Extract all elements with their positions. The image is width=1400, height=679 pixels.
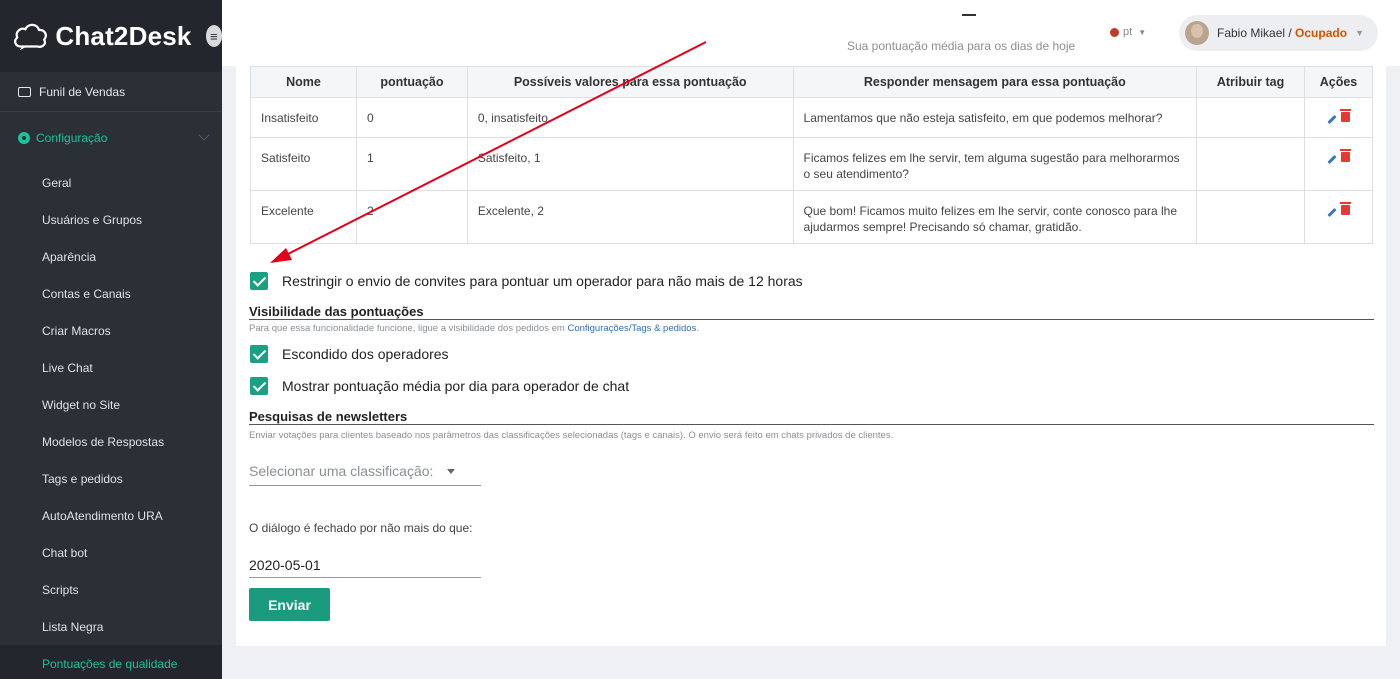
sidebar-item-funnel[interactable]: Funil de Vendas — [0, 72, 222, 112]
column-header-values: Possíveis valores para essa pontuação — [466, 66, 794, 98]
cell-actions — [1303, 190, 1374, 244]
chevron-down-icon: ▼ — [1138, 27, 1147, 37]
restrict-invites-label: Restringir o envio de convites para pont… — [282, 273, 803, 289]
sidebar-section-label: Configuração — [36, 131, 108, 145]
dialog-closed-label: O diálogo é fechado por não mais do que: — [249, 521, 473, 535]
cell-tag — [1196, 137, 1305, 191]
chat-cloud-logo-icon — [14, 23, 47, 51]
cell-reply: Lamentamos que não esteja satisfeito, em… — [792, 97, 1198, 138]
sidebar-section-configuration[interactable]: Configuração — [0, 112, 222, 164]
sidebar-item-reply-templates[interactable]: Modelos de Respostas — [0, 423, 222, 460]
cell-name: Insatisfeito — [250, 97, 357, 138]
cell-reply: Ficamos felizes em lhe servir, tem algum… — [792, 137, 1198, 191]
avatar — [1185, 21, 1209, 45]
cell-name: Satisfeito — [250, 137, 357, 191]
cell-tag — [1196, 190, 1305, 244]
table-row: Excelente 2 Excelente, 2 Que bom! Ficamo… — [250, 190, 1374, 244]
column-header-tag: Atribuir tag — [1196, 66, 1305, 98]
hidden-from-operators-checkbox[interactable] — [250, 345, 268, 363]
edit-pencil-icon[interactable] — [1327, 207, 1337, 217]
sidebar-item-quality-scores[interactable]: Pontuações de qualidade — [0, 645, 222, 679]
sidebar: Chat2Desk ≡ Funil de Vendas Configuração… — [0, 0, 222, 679]
restrict-invites-option[interactable]: Restringir o envio de convites para pont… — [250, 272, 803, 290]
sidebar-item-chat-bot[interactable]: Chat bot — [0, 534, 222, 571]
sidebar-item-accounts-channels[interactable]: Contas e Canais — [0, 275, 222, 312]
sidebar-item-geral[interactable]: Geral — [0, 164, 222, 201]
top-header: Sua pontuação média para os dias de hoje… — [222, 0, 1400, 66]
cell-score: 2 — [355, 190, 468, 244]
language-selector[interactable]: pt ▼ — [1110, 26, 1146, 38]
sidebar-item-blacklist[interactable]: Lista Negra — [0, 608, 222, 645]
cell-values: Excelente, 2 — [466, 190, 794, 244]
cell-reply: Que bom! Ficamos muito felizes em lhe se… — [792, 190, 1198, 244]
user-separator: / — [1285, 26, 1296, 40]
user-menu[interactable]: Fabio Mikael / Ocupado ▼ — [1179, 15, 1378, 51]
quality-scores-table: Nome pontuação Possíveis valores para es… — [250, 66, 1374, 244]
user-name: Fabio Mikael — [1217, 26, 1286, 40]
chevron-down-icon — [198, 129, 210, 141]
sidebar-item-live-chat[interactable]: Live Chat — [0, 349, 222, 386]
classification-select-placeholder: Selecionar uma classificação: — [249, 463, 434, 479]
delete-trash-icon[interactable] — [1339, 109, 1351, 122]
sidebar-item-site-widget[interactable]: Widget no Site — [0, 386, 222, 423]
restrict-invites-checkbox[interactable] — [250, 272, 268, 290]
delete-trash-icon[interactable] — [1339, 202, 1351, 215]
column-header-reply: Responder mensagem para essa pontuação — [792, 66, 1198, 98]
hidden-from-operators-option[interactable]: Escondido dos operadores — [250, 345, 449, 363]
sidebar-item-tags-orders[interactable]: Tags e pedidos — [0, 460, 222, 497]
visibility-hint-text: Para que essa funcionalidade funcione, l… — [249, 323, 568, 334]
classification-select[interactable]: Selecionar uma classificação: — [249, 457, 481, 486]
delete-trash-icon[interactable] — [1339, 149, 1351, 162]
sidebar-item-macros[interactable]: Criar Macros — [0, 312, 222, 349]
edit-pencil-icon[interactable] — [1327, 114, 1337, 124]
monitor-icon — [18, 86, 31, 97]
show-daily-average-checkbox[interactable] — [250, 377, 268, 395]
cell-values: 0, insatisfeito — [466, 97, 794, 138]
sidebar-item-label: Funil de Vendas — [39, 84, 126, 99]
edit-pencil-icon[interactable] — [1327, 154, 1337, 164]
show-daily-average-label: Mostrar pontuação média por dia para ope… — [282, 378, 630, 394]
cell-actions — [1303, 97, 1374, 138]
caret-down-icon — [447, 468, 456, 474]
gear-icon — [18, 132, 30, 144]
brand-name: Chat2Desk — [55, 20, 192, 51]
cell-score: 1 — [355, 137, 468, 191]
column-header-name: Nome — [250, 66, 357, 98]
visibility-hint: Para que essa funcionalidade funcione, l… — [249, 323, 699, 334]
section-divider — [249, 424, 1374, 425]
settings-tags-link[interactable]: Configurações/Tags & pedidos — [567, 323, 696, 334]
average-rating-value — [962, 14, 976, 16]
date-field[interactable]: 2020-05-01 — [249, 552, 481, 578]
newsletter-section-title: Pesquisas de newsletters — [249, 409, 408, 424]
flag-icon — [1110, 27, 1119, 37]
average-rating-caption: Sua pontuação média para os dias de hoje — [847, 39, 1076, 53]
visibility-hint-end: . — [696, 323, 699, 334]
cell-values: Satisfeito, 1 — [466, 137, 794, 191]
menu-toggle-icon[interactable]: ≡ — [205, 25, 222, 47]
newsletter-hint: Enviar votações para clientes baseado no… — [249, 430, 894, 441]
sidebar-item-scripts[interactable]: Scripts — [0, 571, 222, 608]
language-code: pt — [1123, 26, 1133, 38]
cell-tag — [1196, 97, 1305, 138]
chevron-down-icon: ▼ — [1355, 28, 1364, 38]
table-row: Insatisfeito 0 0, insatisfeito Lamentamo… — [250, 97, 1374, 138]
show-daily-average-option[interactable]: Mostrar pontuação média por dia para ope… — [250, 377, 629, 395]
column-header-score: pontuação — [355, 66, 468, 98]
cell-actions — [1303, 137, 1374, 191]
sidebar-item-ivr[interactable]: AutoAtendimento URA — [0, 497, 222, 534]
user-status: Ocupado — [1295, 26, 1348, 40]
cell-score: 0 — [355, 97, 468, 138]
column-header-actions: Ações — [1303, 66, 1374, 98]
table-row: Satisfeito 1 Satisfeito, 1 Ficamos feliz… — [250, 137, 1374, 191]
hidden-from-operators-label: Escondido dos operadores — [282, 346, 449, 362]
sidebar-item-users-groups[interactable]: Usuários e Grupos — [0, 201, 222, 238]
visibility-section-title: Visibilidade das pontuações — [249, 304, 424, 319]
section-divider — [249, 319, 1374, 320]
main-panel: Nome pontuação Possíveis valores para es… — [236, 66, 1386, 646]
cell-name: Excelente — [250, 190, 357, 244]
sidebar-item-appearance[interactable]: Aparência — [0, 238, 222, 275]
logo[interactable]: Chat2Desk ≡ — [0, 0, 222, 72]
send-button[interactable]: Enviar — [249, 588, 330, 621]
